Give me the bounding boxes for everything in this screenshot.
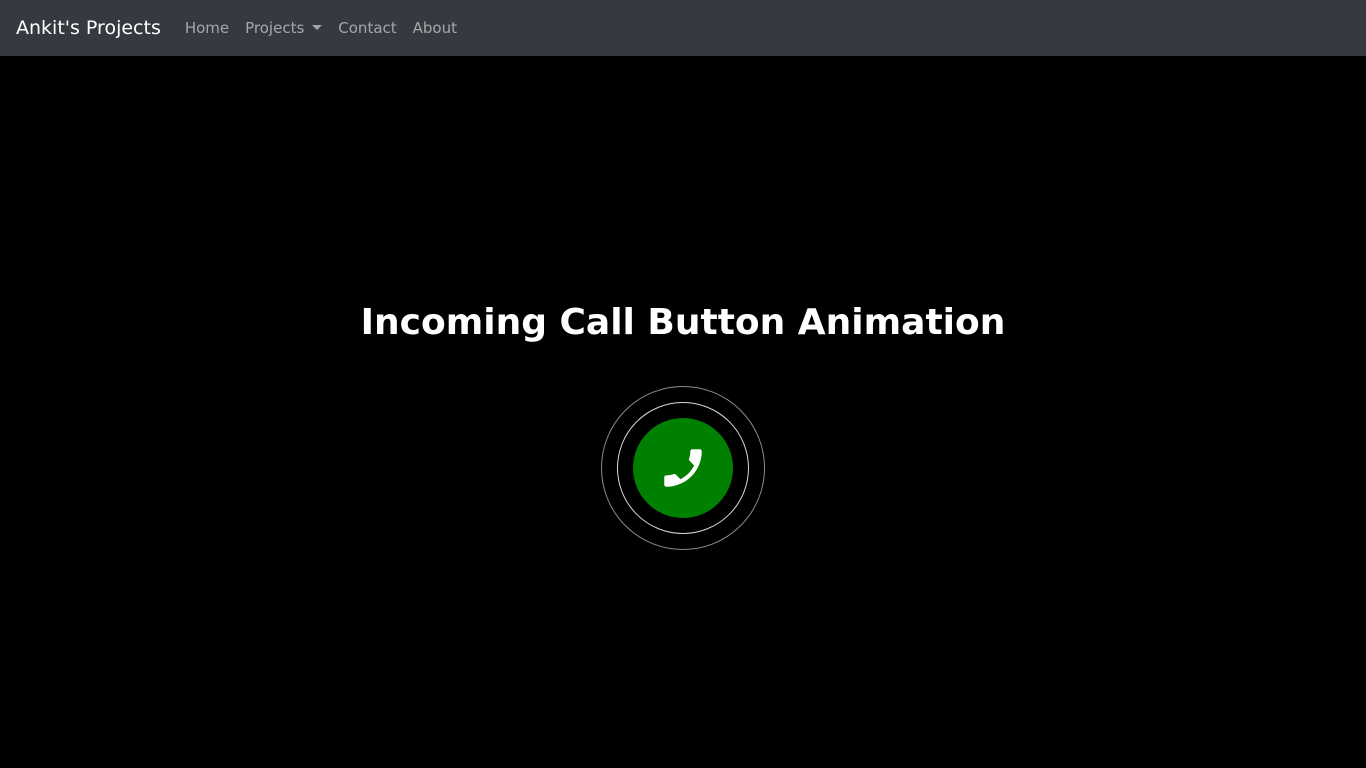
nav-link-contact-label: Contact — [338, 18, 397, 37]
nav-link-contact[interactable]: Contact — [330, 18, 404, 37]
nav-link-home[interactable]: Home — [177, 18, 237, 37]
main-content: Incoming Call Button Animation — [0, 56, 1366, 768]
phone-icon — [664, 449, 702, 487]
nav-link-about[interactable]: About — [405, 18, 465, 37]
incoming-call-animation — [601, 386, 765, 550]
caret-down-icon — [312, 24, 323, 30]
nav-menu: Home Projects Contact About — [177, 18, 465, 37]
nav-dropdown-projects[interactable]: Projects — [237, 18, 330, 37]
navbar: Ankit's Projects Home Projects Contact A… — [0, 0, 1366, 56]
nav-dropdown-projects-label: Projects — [245, 18, 305, 37]
navbar-brand[interactable]: Ankit's Projects — [16, 18, 161, 38]
page-title: Incoming Call Button Animation — [360, 302, 1006, 343]
nav-link-about-label: About — [412, 18, 457, 37]
nav-link-home-label: Home — [184, 18, 230, 37]
call-button[interactable] — [633, 418, 733, 518]
